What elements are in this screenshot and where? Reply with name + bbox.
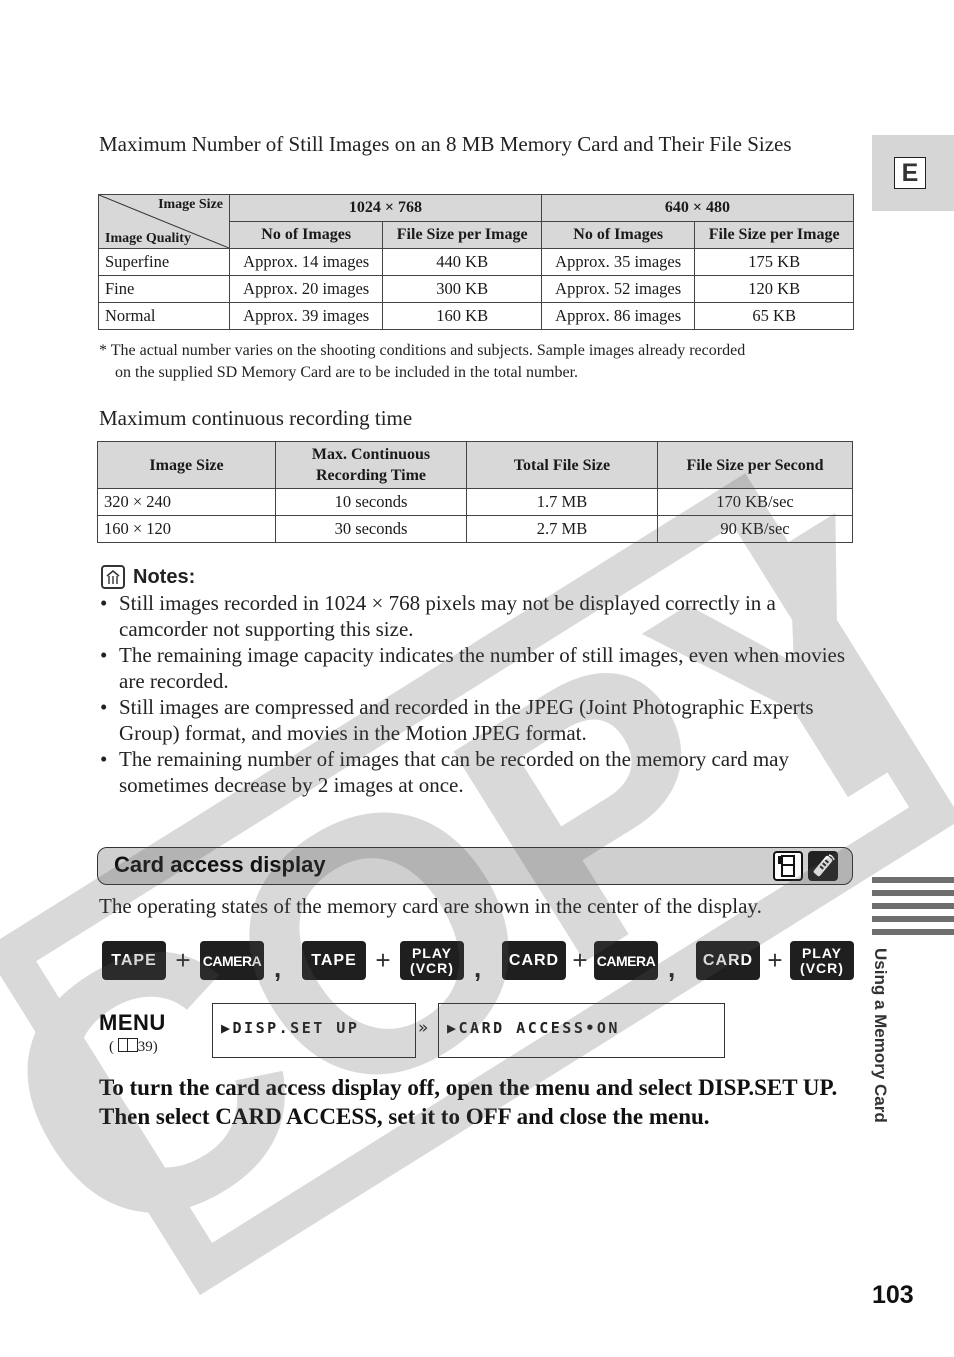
notes-icon [101,565,125,589]
list-item: Still images are compressed and recorded… [100,694,860,746]
table-row: 320 × 240 10 seconds 1.7 MB 170 KB/sec [97,488,853,516]
instruction-text: To turn the card access display off, ope… [99,1075,838,1129]
notes-list: Still images recorded in 1024 × 768 pixe… [100,590,860,798]
menu-screen-card-access: ▶CARD ACCESS•ON [438,1003,725,1058]
column-header: File Size per Image [694,221,854,249]
card-access-description: The operating states of the memory card … [99,894,762,918]
table-row: Superfine Approx. 14 images 440 KB Appro… [98,248,854,276]
recording-title: Maximum continuous recording time [99,406,413,430]
mode-combinations: TAPE + CAMERA , TAPE + PLAY (VCR) , CARD … [102,937,854,984]
language-tab: E [872,135,954,211]
column-header: Total File Size [466,441,658,489]
camera-mode-key: CAMERA [200,941,264,980]
menu-screen-disp-setup: ▶DISP.SET UP [212,1003,416,1058]
column-header: Image Size [97,441,276,489]
card-mode-key: CARD [502,941,566,980]
section-header-bar: Card access display [97,847,853,885]
book-icon [117,1038,138,1052]
table-row: 160 × 120 30 seconds 2.7 MB 90 KB/sec [97,515,853,543]
notes-heading: Notes: [101,565,195,589]
section-heading: Card access display [114,852,326,877]
column-header: Max. Continuous Recording Time [275,441,467,489]
tape-mode-key: TAPE [102,941,166,980]
card-mode-key: CARD [696,941,760,980]
recording-table: Image Size Max. Continuous Recording Tim… [97,441,853,543]
section-stripes [872,877,954,942]
list-item: The remaining number of images that can … [100,746,860,798]
list-item: Still images recorded in 1024 × 768 pixe… [100,590,860,642]
corner-header: Image Size Image Quality [98,194,230,249]
size-header: 1024 × 768 [229,194,542,222]
section-label: Using a Memory Card [871,948,890,1123]
camera-mode-key: CAMERA [594,941,658,980]
camcorder-icon [773,851,803,881]
column-header: No of Images [540,221,696,249]
list-item: The remaining image capacity indicates t… [100,642,860,694]
tape-mode-key: TAPE [302,941,366,980]
size-header: 640 × 480 [540,194,855,222]
column-header: No of Images [228,221,384,249]
still-images-title: Maximum Number of Still Images on an 8 M… [99,132,792,156]
menu-label: MENU [99,1010,166,1035]
footnote: * The actual number varies on the shooti… [99,342,746,381]
menu-page-reference: ( 39) [109,1038,158,1055]
still-images-table: Image Size Image Quality 1024 × 768 640 … [98,194,855,330]
column-header: File Size per Second [657,441,853,489]
table-row: Fine Approx. 20 images 300 KB Approx. 52… [98,275,854,303]
next-step-arrow-icon: » [418,1018,429,1038]
play-vcr-mode-key: PLAY (VCR) [400,941,464,980]
play-vcr-mode-key: PLAY (VCR) [790,941,854,980]
language-letter: E [894,157,926,189]
remote-control-icon [808,851,838,881]
table-row: Normal Approx. 39 images 160 KB Approx. … [98,302,854,330]
column-header: File Size per Image [382,221,542,249]
page-number: 103 [872,1281,914,1309]
